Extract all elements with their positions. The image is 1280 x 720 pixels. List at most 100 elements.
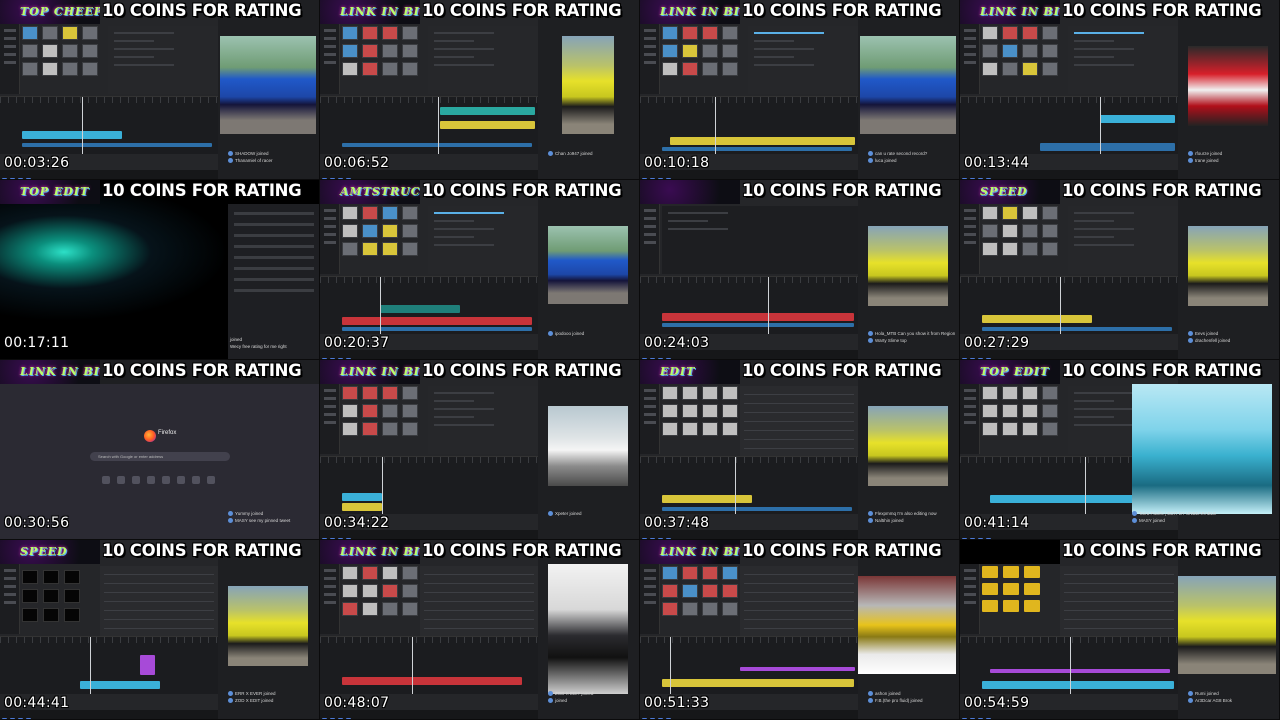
thumbnail-tile[interactable]: TOP EDIT 10 COINS FOR RATING joined Wecy…: [0, 180, 320, 360]
thumbnail-tile[interactable]: LINK IN BIO 10 COINS FOR RATING Chan Jo9…: [320, 0, 640, 180]
thumbnail-tile[interactable]: LINK IN BIO 10 COINS FOR RATING rfourze …: [960, 0, 1280, 180]
channel-logo: AMTSTRUCK: [320, 180, 420, 204]
banner-text: 10 COINS FOR RATING: [102, 541, 302, 560]
editor-sidebar: [320, 24, 340, 94]
editor-window: [320, 360, 538, 539]
shortcut-tiles[interactable]: [102, 476, 215, 484]
firefox-title: Firefox: [158, 430, 177, 436]
banner-text: 10 COINS FOR RATING: [422, 361, 622, 380]
effects-panel: [662, 206, 858, 274]
thumbnail-tile[interactable]: LINK IN BIO 10 COINS FOR RATING Xpeter j…: [320, 360, 640, 540]
media-grid: [342, 206, 422, 274]
properties-panel: [1068, 26, 1178, 94]
editor-window: [640, 180, 858, 359]
timeline: [640, 276, 858, 334]
chat-message: rfourze joined: [1188, 150, 1278, 157]
timestamp: 00:24:03: [644, 335, 710, 351]
timestamp: 00:06:52: [324, 155, 390, 171]
channel-logo: EDIT: [640, 360, 740, 384]
chat-overlay: Xpeter joined: [548, 510, 638, 538]
chat-message: ipodooo joined: [548, 330, 638, 337]
timestamp: 00:27:29: [964, 335, 1030, 351]
file-list: [1060, 566, 1178, 636]
chat-message: Tarra Pacific | EDIT BY UNBEARABLE: [1132, 510, 1272, 517]
chat-message: joined: [230, 337, 243, 342]
avatar: [868, 158, 873, 164]
chat-message: drachenfell joined: [1188, 337, 1278, 344]
timeline: [0, 636, 218, 694]
taskbar: [320, 530, 538, 539]
avatar: [1188, 331, 1193, 337]
taskbar: [0, 170, 218, 179]
editor-sidebar: [640, 384, 660, 454]
thumbnail-tile[interactable]: Firefox Search with Google or enter addr…: [0, 360, 320, 540]
banner-text: 10 COINS FOR RATING: [422, 1, 622, 20]
timestamp: 00:34:22: [324, 515, 390, 531]
editor-window: [960, 0, 1178, 179]
editor-sidebar: [960, 564, 980, 634]
banner-text: 10 COINS FOR RATING: [422, 181, 622, 200]
media-grid: [342, 26, 422, 94]
thumbnail-tile[interactable]: EDIT 10 COINS FOR RATING Flexpmmq I'm al…: [640, 360, 960, 540]
editor-window: [960, 540, 1178, 719]
timestamp: 00:37:48: [644, 515, 710, 531]
chat-message: Thanamiel of racer: [228, 157, 318, 164]
file-list: [100, 566, 218, 636]
timestamp: 00:03:26: [4, 155, 70, 171]
timestamp: 00:30:56: [4, 515, 70, 531]
chat-message: Rumi joined: [1188, 690, 1278, 697]
channel-logo: SPEED: [0, 540, 100, 564]
avatar: [1188, 158, 1193, 164]
thumbnail-tile[interactable]: TOP EDIT 10 COINS FOR RATING Tarra Pacif…: [960, 360, 1280, 540]
chat-overlay: Flexpmmq I'm also editing now Nal5hin jo…: [868, 510, 958, 538]
taskbar: [640, 350, 858, 359]
chat-message: Nal5hin joined: [868, 517, 958, 524]
timeline: [960, 636, 1178, 694]
video-thumbnail-grid: TOP CHEEP 10 COINS FOR RATING SHADOW joi…: [0, 0, 1280, 720]
chat-message: ZOD X EDIT joined: [228, 697, 318, 704]
car-preview-image: [1188, 226, 1268, 306]
thumbnail-tile[interactable]: LINK IN BIO 10 COINS FOR RATING ashon jo…: [640, 540, 960, 720]
chat-overlay: ashon joined F.B.(the pro fluid) joined: [868, 690, 958, 718]
channel-logo: LINK IN BIO: [960, 0, 1060, 24]
avatar: [1188, 698, 1193, 704]
thumbnail-tile[interactable]: SPEED 10 COINS FOR RATING ERR X EVER joi…: [0, 540, 320, 720]
car-preview-image: [228, 586, 308, 666]
thumbnail-tile[interactable]: SPEED 10 COINS FOR RATING Eevs joined dr…: [960, 180, 1280, 360]
timestamp: 00:48:07: [324, 695, 390, 711]
avatar: [1188, 338, 1193, 344]
banner-text: 10 COINS FOR RATING: [102, 361, 302, 380]
properties-panel: [428, 26, 538, 94]
avatar: [548, 698, 553, 704]
chat-message: Warty Slime top: [868, 337, 958, 344]
channel-logo: SPEED: [960, 180, 1060, 204]
avatar: [868, 331, 873, 337]
editor-window: [320, 540, 538, 719]
car-preview-image: [562, 36, 614, 134]
editor-window: [640, 0, 858, 179]
avatar: [868, 691, 873, 697]
thumbnail-tile[interactable]: AMTSTRUCK 10 COINS FOR RATING ipodooo jo…: [320, 180, 640, 360]
properties-panel: [108, 26, 218, 94]
chat-overlay: ERR X EVER joined ZOD X EDIT joined: [228, 690, 318, 718]
timestamp: 00:51:33: [644, 695, 710, 711]
search-input[interactable]: Search with Google or enter address: [90, 452, 230, 461]
thumbnail-tile[interactable]: 10 COINS FOR RATING Hola_MTB Can you sho…: [640, 180, 960, 360]
thumbnail-tile[interactable]: TOP CHEEP 10 COINS FOR RATING SHADOW joi…: [0, 0, 320, 180]
taskbar: [640, 710, 858, 719]
taskbar: [960, 170, 1178, 179]
media-grid: [982, 206, 1062, 274]
chat-message: MASY joined: [1132, 517, 1272, 524]
chat-message: joined: [548, 697, 638, 704]
avatar: [228, 698, 233, 704]
thumbnail-tile[interactable]: LINK IN BIO 10 COINS FOR RATING ZOD X ED…: [320, 540, 640, 720]
thumbnail-tile[interactable]: LINK IN BIO 10 COINS FOR RATING can u ra…: [640, 0, 960, 180]
car-preview-image: [548, 406, 628, 486]
chat-overlay: ZOD X EDIT joined joined: [548, 690, 638, 718]
timestamp: 00:17:11: [4, 335, 70, 351]
thumbnail-tile[interactable]: 10 COINS FOR RATING Rumi joined Ar3Dcar …: [960, 540, 1280, 720]
taskbar: [960, 710, 1178, 719]
channel-logo: TOP EDIT: [0, 180, 100, 204]
editor-sidebar: [320, 564, 340, 634]
avatar: [1188, 691, 1193, 697]
